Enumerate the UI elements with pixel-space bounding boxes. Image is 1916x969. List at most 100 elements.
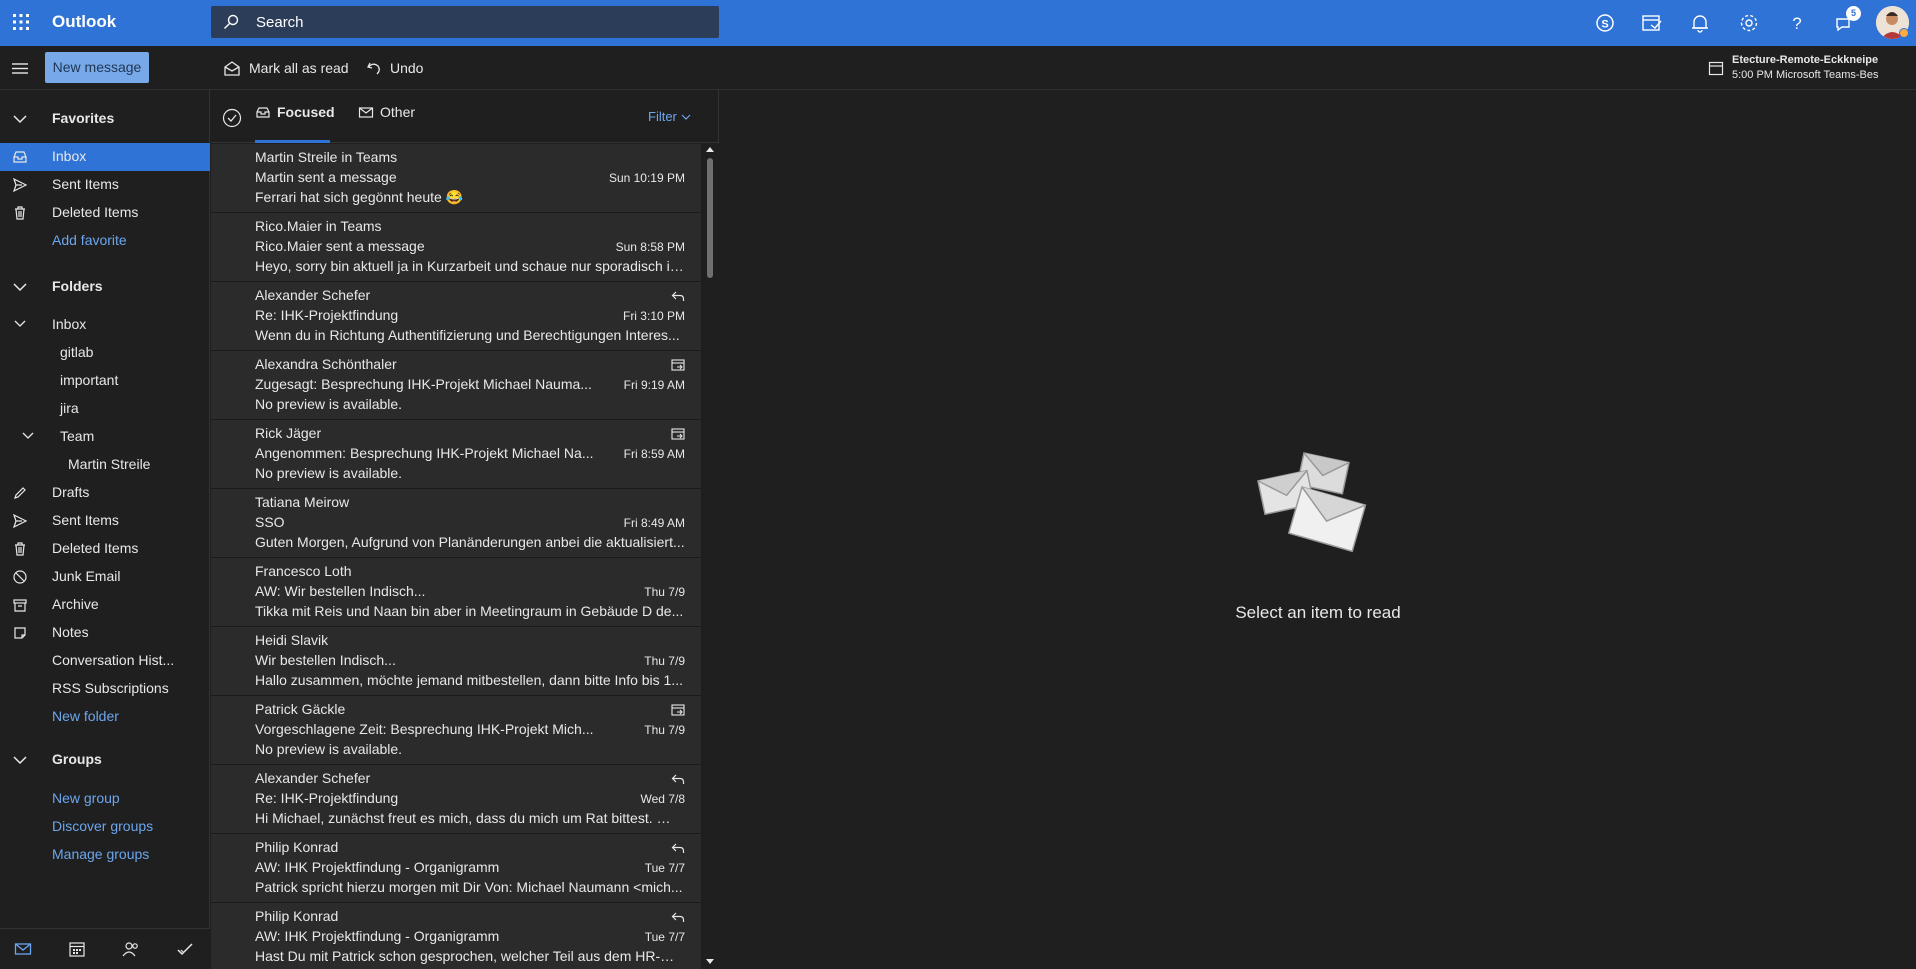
fav-sent-items[interactable]: Sent Items [0, 171, 210, 199]
tab-focused[interactable]: Focused [255, 104, 335, 143]
folder-conversation-history[interactable]: Conversation Hist... [0, 647, 210, 675]
discover-groups-link[interactable]: Discover groups [0, 813, 210, 841]
search-input[interactable] [256, 6, 696, 38]
send-icon [12, 513, 28, 529]
message-row[interactable]: Rico.Maier in Teams Rico.Maier sent a mes… [211, 213, 701, 282]
folder-notes[interactable]: Notes [0, 619, 210, 647]
message-date: Sun 10:19 PM [608, 171, 685, 185]
folder-deleted-items[interactable]: Deleted Items [0, 535, 210, 563]
fav-deleted-items[interactable]: Deleted Items [0, 199, 210, 227]
undo-icon [367, 62, 380, 75]
folder-sent-items[interactable]: Sent Items [0, 507, 210, 535]
folder-important[interactable]: important [0, 367, 210, 395]
envelopes-icon [1257, 452, 1367, 553]
folder-inbox[interactable]: Inbox [0, 311, 210, 339]
folder-archive-label: Archive [52, 596, 99, 612]
folder-archive[interactable]: Archive [0, 591, 210, 619]
message-row[interactable]: Heidi Slavik Wir bestellen Indisch... Thu … [211, 627, 701, 696]
message-row[interactable]: Rick Jäger Angenommen: Besprechung IHK-Pr… [211, 420, 701, 489]
new-message-button[interactable]: New message [45, 52, 149, 83]
message-sender: Francesco Loth [255, 563, 352, 579]
undo-label: Undo [390, 60, 424, 76]
message-row[interactable]: Philip Konrad AW: IHK Projektfindung - Or… [211, 834, 701, 903]
message-row[interactable]: Francesco Loth AW: Wir bestellen Indisch.… [211, 558, 701, 627]
list-header: Focused Other Filter [211, 90, 719, 143]
my-day-icon[interactable] [1640, 11, 1664, 35]
groups-section[interactable]: Groups [0, 746, 210, 774]
new-group-link[interactable]: New group [0, 785, 210, 813]
scrollbar[interactable] [701, 144, 719, 969]
folder-gitlab[interactable]: gitlab [0, 339, 210, 367]
calendar-icon[interactable] [68, 941, 86, 957]
message-row[interactable]: Tatiana Meirow SSO Fri 8:49 AM Guten Morgen… [211, 489, 701, 558]
undo-button[interactable]: Undo [366, 58, 423, 78]
note-icon [14, 627, 26, 639]
tab-other[interactable]: Other [358, 104, 415, 120]
folder-junk-email[interactable]: Junk Email [0, 563, 210, 591]
todo-icon[interactable] [176, 941, 194, 957]
mark-all-read-label: Mark all as read [249, 60, 349, 76]
message-preview: Ferrari hat sich gegönnt heute 😂 [255, 189, 464, 205]
mail-icon[interactable] [14, 941, 32, 957]
message-date: Tue 7/7 [644, 930, 685, 944]
skype-icon[interactable]: S [1593, 11, 1617, 35]
favorites-section[interactable]: Favorites [0, 105, 210, 133]
select-all-checkbox-icon[interactable] [222, 108, 242, 128]
folder-martin-streile[interactable]: Martin Streile [0, 451, 210, 479]
message-row[interactable]: Alexander Schefer Re: IHK-Projektfindung F… [211, 282, 701, 351]
filter-button[interactable]: Filter [648, 109, 691, 124]
groups-label: Groups [52, 751, 102, 767]
message-date: Fri 3:10 PM [622, 309, 685, 323]
favorites-label: Favorites [52, 110, 115, 126]
reminder-time: 5:00 PM Microsoft Teams-Bes [1732, 69, 1879, 81]
folder-jira[interactable]: jira [0, 395, 210, 423]
bell-icon[interactable] [1688, 11, 1712, 35]
other-inbox-icon [358, 107, 374, 118]
message-date: Thu 7/9 [644, 654, 685, 668]
app-launcher-icon[interactable] [10, 11, 32, 33]
message-date: Fri 8:49 AM [623, 516, 685, 530]
add-favorite-link[interactable]: Add favorite [0, 227, 210, 255]
message-preview: Tikka mit Reis und Naan bin aber in Meet… [255, 603, 684, 619]
gear-icon[interactable] [1737, 11, 1761, 35]
chevron-down-icon [681, 114, 691, 120]
message-preview: No preview is available. [255, 465, 403, 481]
filter-label: Filter [648, 109, 677, 124]
mark-all-read-button[interactable]: Mark all as read [223, 58, 349, 78]
folder-rss-subscriptions[interactable]: RSS Subscriptions [0, 675, 210, 703]
app-title[interactable]: Outlook [52, 12, 116, 32]
folder-team[interactable]: Team [0, 423, 210, 451]
search-icon [224, 14, 239, 29]
search-box[interactable] [211, 6, 719, 38]
people-icon[interactable] [122, 941, 140, 957]
message-row[interactable]: Alexander Schefer Re: IHK-Projektfindung W… [211, 765, 701, 834]
replied-icon [671, 843, 685, 853]
message-row[interactable]: Patrick Gäckle Vorgeschlagene Zeit: Bespr… [211, 696, 701, 765]
folder-gitlab-label: gitlab [60, 344, 94, 360]
folder-inbox-label: Inbox [52, 316, 87, 332]
new-folder-link[interactable]: New folder [0, 703, 210, 731]
scroll-down-arrow-icon[interactable] [706, 959, 714, 965]
tab-other-label: Other [380, 104, 416, 120]
folders-section[interactable]: Folders [0, 273, 210, 301]
help-icon[interactable]: ? [1785, 11, 1809, 35]
fav-sent-label: Sent Items [52, 176, 119, 192]
focused-inbox-icon [256, 107, 270, 118]
folder-drafts[interactable]: Drafts [0, 479, 210, 507]
manage-groups-link[interactable]: Manage groups [0, 841, 210, 869]
message-preview: Patrick spricht hierzu morgen mit Dir Vo… [255, 879, 683, 895]
message-sender: Alexander Schefer [255, 770, 371, 786]
folder-drafts-label: Drafts [52, 484, 90, 500]
message-row[interactable]: Alexandra Schönthaler Zugesagt: Besprechu… [211, 351, 701, 420]
fav-inbox[interactable]: Inbox [0, 143, 210, 171]
message-sender: Philip Konrad [255, 908, 339, 924]
message-sender: Martin Streile in Teams [255, 149, 398, 165]
scroll-thumb[interactable] [707, 158, 713, 278]
message-date: Thu 7/9 [644, 723, 685, 737]
scroll-up-arrow-icon[interactable] [706, 146, 714, 152]
message-row[interactable]: Martin Streile in Teams Martin sent a mes… [211, 144, 701, 213]
message-row[interactable]: Philip Konrad AW: IHK Projektfindung - Or… [211, 903, 701, 969]
folder-important-label: important [60, 372, 119, 388]
calendar-reminder[interactable]: Etecture-Remote-Eckkneipe 5:00 PM Micros… [1708, 54, 1908, 84]
hamburger-menu-icon[interactable] [10, 59, 30, 77]
